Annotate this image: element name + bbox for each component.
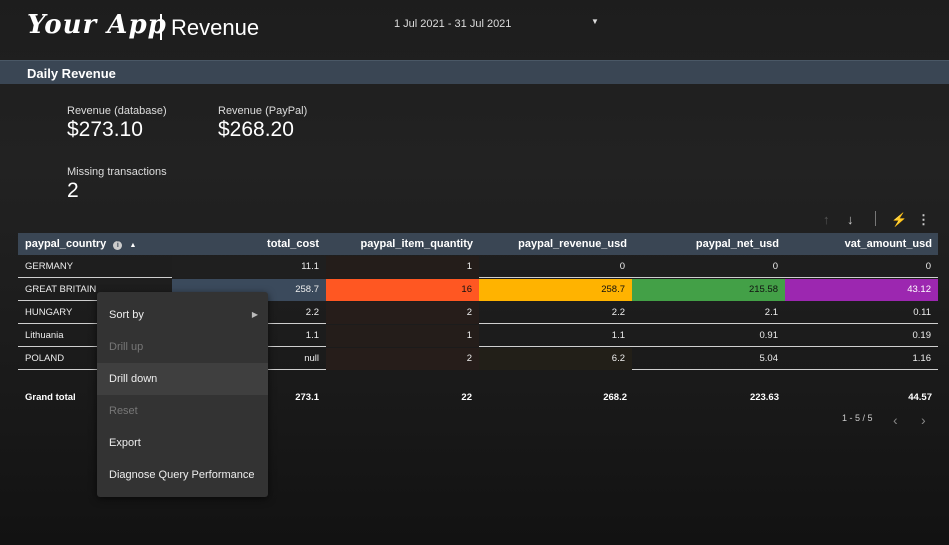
grand-total-item-quantity: 22 — [461, 392, 472, 403]
cell-vat-amount-usd: 0.11 — [913, 307, 931, 318]
cell-vat-amount-usd: 0 — [925, 261, 931, 272]
kpi-value: $268.20 — [218, 118, 294, 141]
section-bar: Daily Revenue — [0, 60, 949, 84]
kpi-label: Revenue (PayPal) — [218, 105, 308, 117]
cell-revenue-usd: 1.1 — [611, 330, 625, 341]
menu-item-sort-by[interactable]: Sort by ▶ — [97, 299, 268, 331]
chevron-right-icon[interactable]: › — [921, 412, 926, 428]
cell-item-quantity: 2 — [326, 348, 479, 370]
app-logo: Your App — [27, 10, 167, 40]
grand-total-revenue-usd: 268.2 — [603, 392, 627, 403]
cell-revenue-usd: 0 — [619, 261, 625, 272]
table-header: paypal_country i ▲ total_cost paypal_ite… — [18, 233, 938, 255]
grand-total-vat-amount-usd: 44.57 — [908, 392, 932, 403]
cell-net-usd: 215.58 — [632, 279, 785, 301]
cell-country: GERMANY — [25, 261, 74, 272]
caret-down-icon[interactable]: ▼ — [591, 17, 599, 26]
info-icon[interactable]: i — [113, 241, 123, 250]
context-menu: Sort by ▶ Drill up Drill down Reset Expo… — [97, 292, 268, 497]
chevron-left-icon[interactable]: ‹ — [893, 412, 898, 428]
table-row[interactable]: GERMANY 11.1 1 0 0 0 — [18, 256, 938, 278]
cell-item-quantity: 2 — [326, 302, 479, 324]
sort-ascending-icon[interactable]: ↑ — [823, 212, 830, 227]
column-header-paypal-revenue-usd[interactable]: paypal_revenue_usd — [478, 238, 627, 250]
more-vert-icon[interactable]: ⋮ — [917, 212, 930, 228]
column-header-total-cost[interactable]: total_cost — [178, 238, 319, 250]
column-label: paypal_country — [25, 238, 107, 250]
kpi-label: Revenue (database) — [67, 105, 167, 117]
cell-revenue-usd: 258.7 — [479, 279, 632, 301]
cell-vat-amount-usd: 43.12 — [785, 279, 938, 301]
title-separator — [160, 14, 162, 40]
cell-net-usd: 0 — [772, 261, 778, 272]
menu-item-diagnose-query-performance[interactable]: Diagnose Query Performance — [97, 459, 268, 491]
cell-total-cost: 11.1 — [172, 256, 326, 278]
cell-item-quantity: 1 — [326, 256, 479, 278]
menu-item-drill-down[interactable]: Drill down — [97, 363, 268, 395]
toolbar-divider — [875, 211, 876, 226]
bolt-icon[interactable]: ⚡ — [891, 212, 907, 228]
sort-caret-icon[interactable]: ▲ — [129, 242, 136, 249]
chevron-right-icon: ▶ — [251, 310, 258, 319]
kpi-missing-transactions: Missing transactions 2 — [67, 166, 167, 203]
cell-net-usd: 0.91 — [759, 330, 779, 341]
sort-descending-icon[interactable]: ↓ — [847, 212, 854, 227]
kpi-label: Missing transactions — [67, 166, 167, 178]
kpi-value: $273.10 — [67, 118, 143, 141]
column-header-paypal-net-usd[interactable]: paypal_net_usd — [632, 238, 779, 250]
kpi-revenue-paypal: Revenue (PayPal) $268.20 — [218, 105, 307, 142]
grand-total-net-usd: 223.63 — [749, 392, 779, 403]
cell-vat-amount-usd: 1.16 — [912, 353, 932, 364]
cell-vat-amount-usd: 0.19 — [912, 330, 932, 341]
menu-item-drill-up: Drill up — [109, 341, 144, 353]
section-title: Daily Revenue — [27, 66, 116, 81]
cell-net-usd: 2.1 — [764, 307, 778, 318]
menu-item-export[interactable]: Export — [97, 427, 268, 459]
menu-item-reset: Reset — [109, 405, 138, 417]
kpi-value: 2 — [67, 179, 79, 202]
cell-net-usd: 5.04 — [759, 353, 779, 364]
grand-total-label: Grand total — [25, 392, 76, 403]
cell-item-quantity: 1 — [326, 325, 479, 347]
kpi-revenue-database: Revenue (database) $273.10 — [67, 105, 167, 142]
cell-item-quantity: 16 — [326, 279, 479, 301]
cell-revenue-usd: 6.2 — [479, 348, 632, 370]
page-title: Revenue — [171, 15, 260, 40]
date-range-picker[interactable]: 1 Jul 2021 - 31 Jul 2021 — [394, 18, 511, 30]
menu-item-label: Sort by — [109, 309, 144, 321]
column-header-paypal-item-quantity[interactable]: paypal_item_quantity — [326, 238, 473, 250]
column-header-vat-amount-usd[interactable]: vat_amount_usd — [785, 238, 932, 250]
column-header-paypal-country[interactable]: paypal_country i ▲ — [25, 238, 136, 250]
pagination-label: 1 - 5 / 5 — [842, 413, 873, 423]
cell-revenue-usd: 2.2 — [611, 307, 625, 318]
